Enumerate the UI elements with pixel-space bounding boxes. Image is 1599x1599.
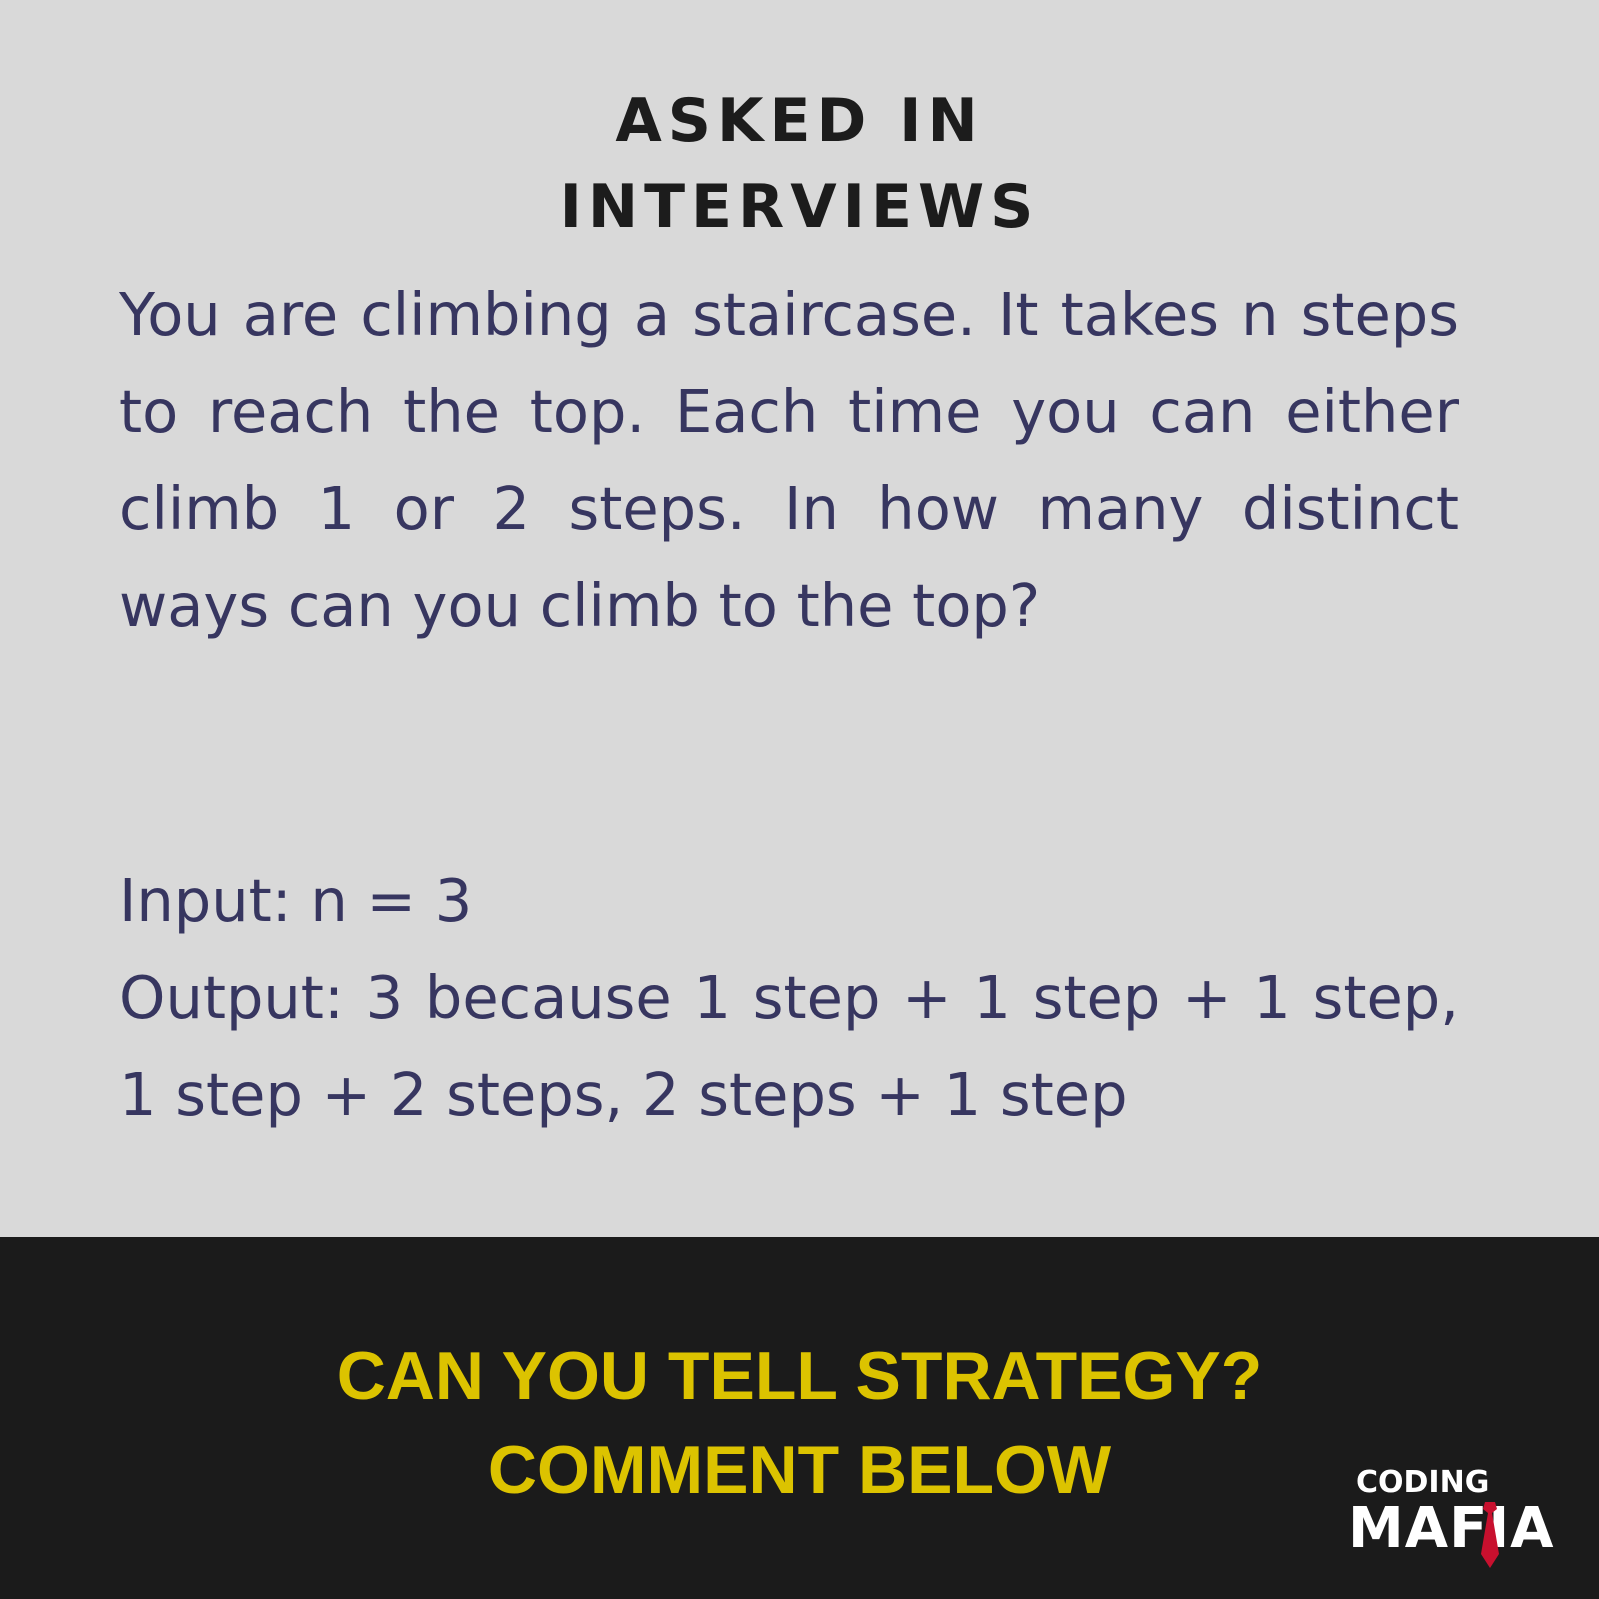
logo-bottom-text: MAFIA — [1348, 1496, 1555, 1561]
example-block: Input: n = 3 Output: 3 because 1 step + … — [119, 852, 1459, 1143]
cta-line-1: CAN YOU TELL STRATEGY? — [336, 1338, 1263, 1414]
coding-mafia-logo: CODING MAFIA — [1348, 1465, 1554, 1568]
logo-top-text: CODING — [1356, 1465, 1490, 1500]
example-output: Output: 3 because 1 step + 1 step + 1 st… — [119, 963, 1459, 1129]
necktie-icon — [1481, 1502, 1499, 1568]
problem-statement: You are climbing a staircase. It takes n… — [119, 280, 1459, 640]
example-input: Input: n = 3 — [119, 866, 473, 935]
header-line-2: INTERVIEWS — [559, 172, 1040, 242]
header-title: ASKED IN INTERVIEWS — [0, 78, 1599, 250]
header-line-1: ASKED IN — [615, 86, 984, 156]
